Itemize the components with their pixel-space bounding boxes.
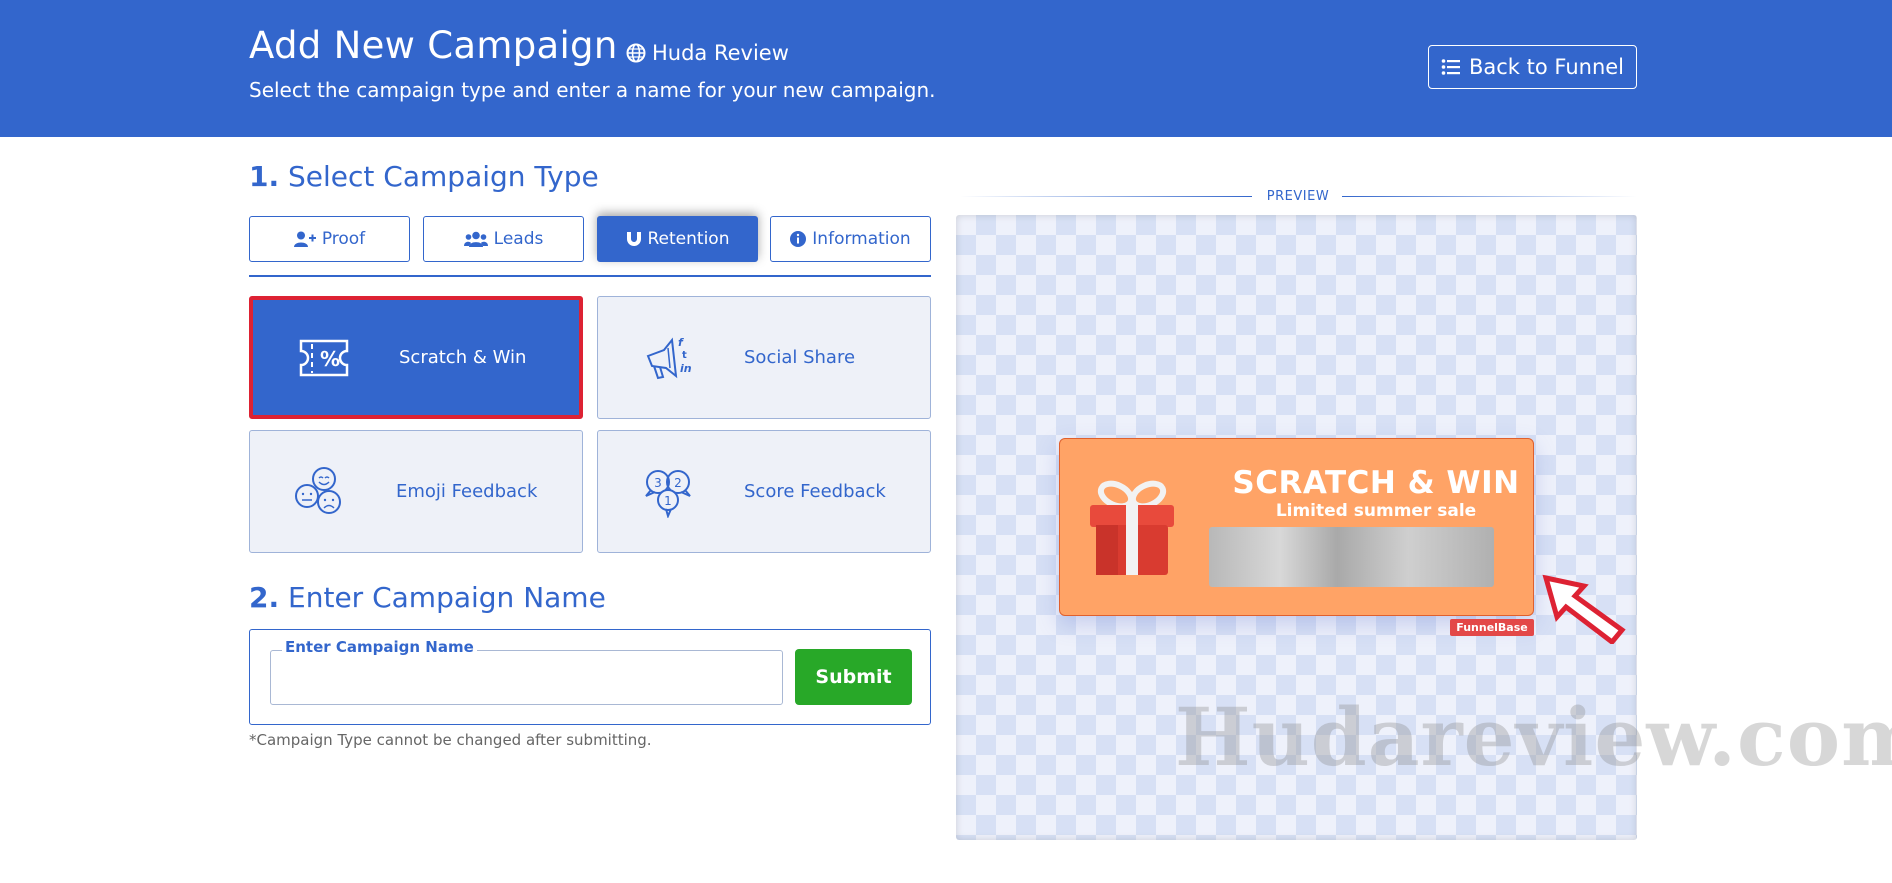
page-header: Add New Campaign Huda Review Select the …	[0, 0, 1892, 137]
gift-icon	[1090, 480, 1174, 575]
site-name: Huda Review	[626, 41, 789, 65]
info-circle-icon	[790, 231, 807, 247]
scratch-ticket-icon: %	[291, 333, 357, 383]
section-title-campaign-name: 2. Enter Campaign Name	[249, 581, 606, 614]
scratch-win-promo: SCRATCH & WIN Limited summer sale	[1059, 438, 1534, 616]
tab-label: Information	[812, 229, 911, 249]
tabs-divider	[249, 275, 931, 277]
section-title-text: Select Campaign Type	[288, 160, 599, 193]
tab-proof[interactable]: Proof	[249, 216, 410, 262]
user-plus-icon	[293, 231, 316, 247]
svg-text:3: 3	[654, 476, 662, 490]
users-icon	[463, 231, 488, 247]
score-bubbles-icon: 3 2 1	[636, 467, 702, 518]
globe-icon	[626, 43, 646, 63]
campaign-name-field-label: Enter Campaign Name	[282, 638, 477, 656]
campaign-name-form: Enter Campaign Name Submit	[249, 629, 931, 725]
promo-subtitle: Limited summer sale	[1275, 501, 1477, 521]
tab-leads[interactable]: Leads	[423, 216, 584, 262]
type-emoji-feedback[interactable]: Emoji Feedback	[249, 430, 583, 553]
tab-label: Leads	[493, 229, 544, 249]
type-label: Scratch & Win	[399, 347, 527, 368]
svg-text:2: 2	[674, 476, 682, 490]
emoji-faces-icon	[288, 466, 354, 517]
preview-line-left	[960, 196, 1252, 197]
svg-text:in: in	[680, 362, 692, 375]
type-social-share[interactable]: f t in Social Share	[597, 296, 931, 419]
list-icon	[1441, 59, 1460, 75]
site-name-label: Huda Review	[652, 41, 789, 65]
scratch-area[interactable]	[1209, 527, 1494, 587]
funnelbase-badge: FunnelBase	[1450, 619, 1534, 636]
page-title: Add New Campaign	[249, 24, 618, 67]
type-label: Social Share	[744, 347, 856, 368]
submit-button[interactable]: Submit	[795, 649, 912, 705]
tab-label: Retention	[647, 229, 730, 249]
preview-line-right	[1342, 196, 1637, 197]
watermark: Hudareview.com	[1175, 690, 1892, 784]
page-subtitle: Select the campaign type and enter a nam…	[249, 78, 936, 102]
back-to-funnel-button[interactable]: Back to Funnel	[1428, 45, 1637, 89]
megaphone-social-icon: f t in	[636, 333, 702, 383]
magnet-icon	[626, 232, 641, 246]
preview-label: PREVIEW	[1266, 189, 1330, 204]
svg-text:f: f	[678, 336, 684, 349]
campaign-type-note: *Campaign Type cannot be changed after s…	[249, 731, 652, 749]
section-title-text: Enter Campaign Name	[288, 581, 606, 614]
tab-label: Proof	[321, 229, 366, 249]
svg-text:t: t	[682, 350, 687, 361]
type-label: Emoji Feedback	[396, 481, 538, 502]
section-title-campaign-type: 1. Select Campaign Type	[249, 160, 599, 193]
svg-text:%: %	[320, 347, 340, 371]
promo-title: SCRATCH & WIN	[1232, 465, 1520, 501]
svg-text:1: 1	[664, 494, 672, 508]
arrow-icon	[1542, 574, 1626, 644]
type-score-feedback[interactable]: 3 2 1 Score Feedback	[597, 430, 931, 553]
back-to-funnel-label: Back to Funnel	[1468, 55, 1625, 79]
section-number: 2.	[249, 581, 280, 614]
tab-retention[interactable]: Retention	[597, 216, 758, 262]
type-label: Score Feedback	[744, 481, 886, 502]
campaign-name-field[interactable]	[270, 650, 783, 705]
section-number: 1.	[249, 160, 280, 193]
type-scratch-win[interactable]: % Scratch & Win	[249, 296, 583, 419]
tab-information[interactable]: Information	[770, 216, 931, 262]
